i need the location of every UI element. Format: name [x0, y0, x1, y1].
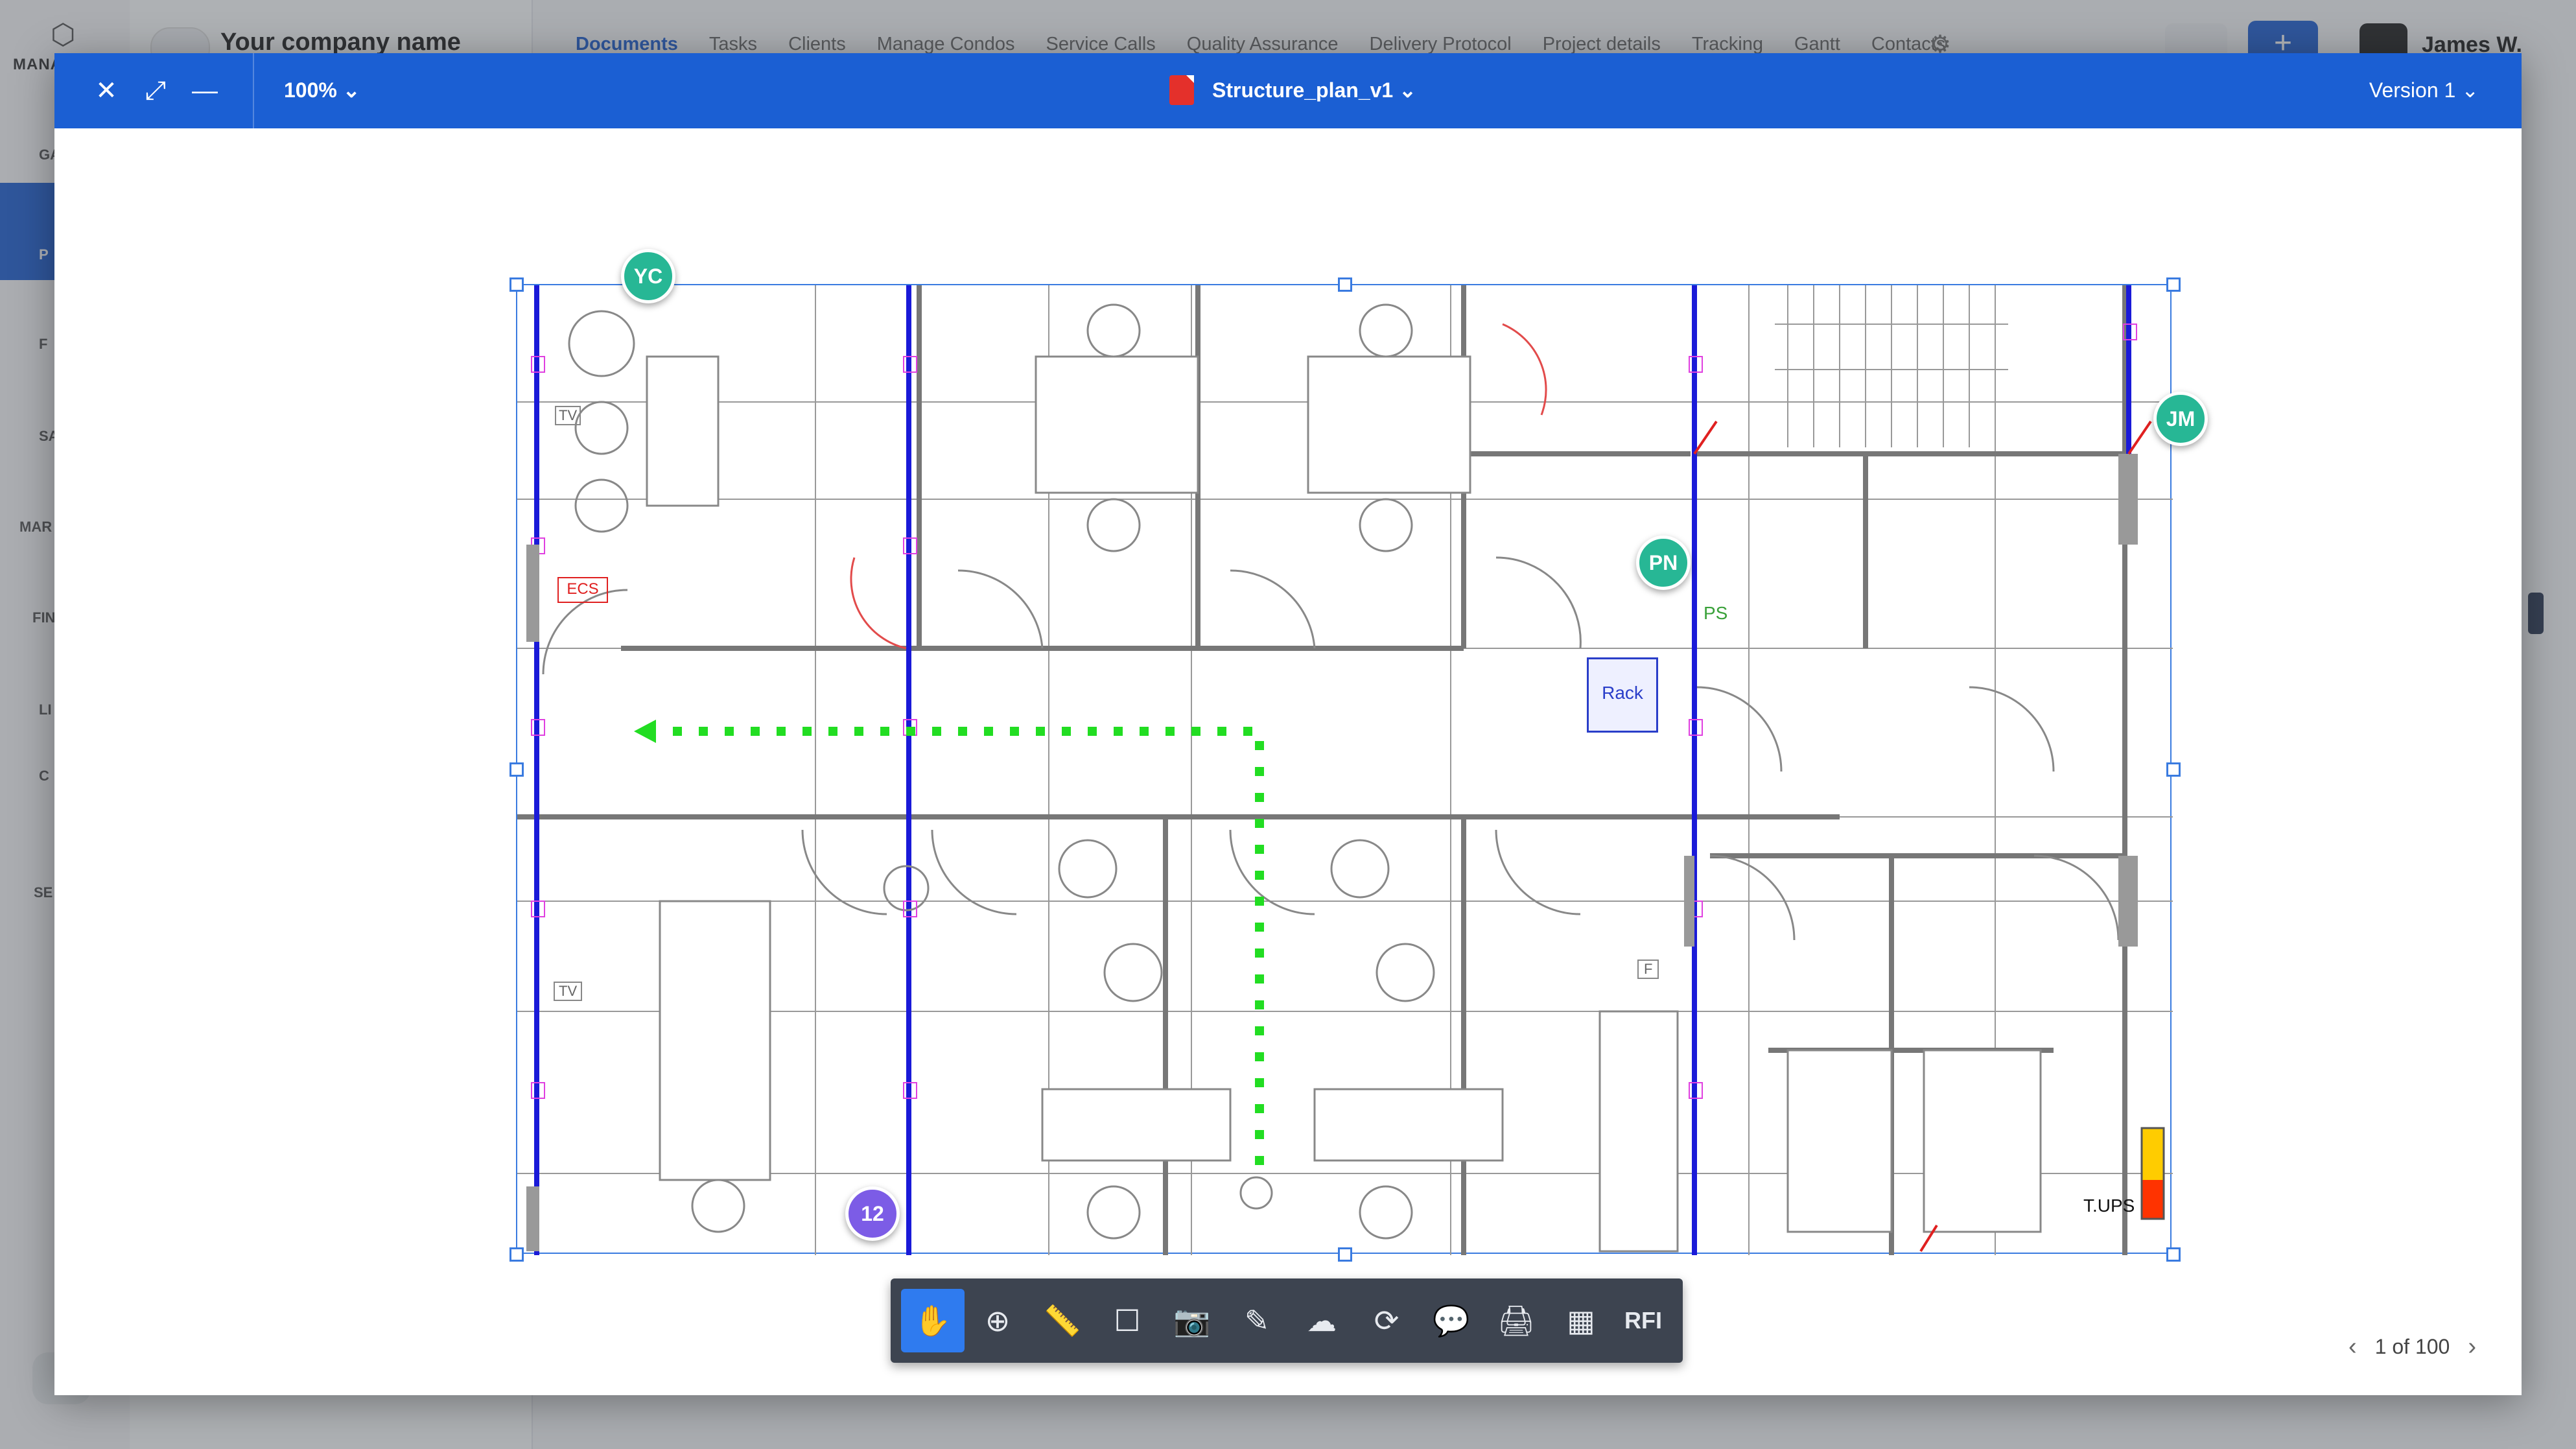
rfi-button[interactable]: RFI: [1611, 1289, 1675, 1352]
chevron-left-icon[interactable]: ‹: [2348, 1333, 2357, 1361]
close-icon[interactable]: ✕: [89, 74, 123, 108]
resize-handle-tl[interactable]: [509, 277, 524, 292]
comment-count-pin[interactable]: 12: [845, 1186, 900, 1241]
resize-handle-tr[interactable]: [2166, 277, 2181, 292]
resize-handle-bottom[interactable]: [1338, 1247, 1352, 1262]
resize-handle-br[interactable]: [2166, 1247, 2181, 1262]
file-title: Structure_plan_v1: [1212, 78, 1394, 102]
version-label: Version 1: [2369, 78, 2456, 102]
zoom-select[interactable]: 100% ⌄: [284, 78, 360, 102]
comment-icon[interactable]: 💬: [1420, 1289, 1483, 1352]
header-divider: [253, 53, 254, 128]
viewer-header: ✕ ⤢ — 100% ⌄ Structure_plan_v1 ⌄ Version…: [54, 53, 2522, 128]
refresh-icon[interactable]: ⟳: [1355, 1289, 1418, 1352]
user-avatar-pin[interactable]: JM: [2153, 392, 2208, 446]
version-select[interactable]: Version 1 ⌄: [2369, 78, 2479, 102]
resize-handle-right[interactable]: [2166, 762, 2181, 777]
floor-plan-canvas[interactable]: ECS Rack PS T.UPS TV TV F YC JM PN 12: [509, 249, 2208, 1262]
page-indicator: 1 of 100: [2374, 1335, 2450, 1358]
floor-plan-drawing: [517, 285, 2173, 1255]
chevron-down-icon: ⌄: [1399, 78, 1416, 102]
tv-label-bottom: TV: [554, 982, 583, 1001]
grid-icon[interactable]: ▦: [1549, 1289, 1613, 1352]
resize-handle-left[interactable]: [509, 762, 524, 777]
resize-handle-bl[interactable]: [509, 1247, 524, 1262]
zoom-value: 100%: [284, 78, 337, 102]
tups-label: T.UPS: [2083, 1196, 2135, 1216]
file-title-select[interactable]: Structure_plan_v1 ⌄: [1212, 78, 1416, 102]
expand-icon[interactable]: ⤢: [139, 74, 172, 108]
camera-icon[interactable]: 📷: [1160, 1289, 1224, 1352]
zoom-in-icon[interactable]: ⊕: [966, 1289, 1029, 1352]
tv-label-top: TV: [555, 406, 581, 425]
user-avatar-pin[interactable]: YC: [621, 249, 675, 303]
annotation-toolbar: ✋ ⊕ 📏 ☐ 📷 ✎ ☁ ⟳ 💬 🖨 ▦ RFI: [891, 1278, 1683, 1363]
f-box-label: F: [1637, 960, 1659, 979]
cloud-icon[interactable]: ☁: [1290, 1289, 1353, 1352]
rectangle-icon[interactable]: ☐: [1095, 1289, 1159, 1352]
pdf-file-icon: [1169, 75, 1194, 105]
measure-icon[interactable]: 📏: [1031, 1289, 1094, 1352]
chevron-down-icon: ⌄: [2461, 78, 2479, 102]
minimize-icon[interactable]: —: [188, 74, 222, 108]
chevron-down-icon: ⌄: [342, 78, 360, 102]
page-pager: ‹ 1 of 100 ›: [2348, 1333, 2476, 1361]
pencil-icon[interactable]: ✎: [1225, 1289, 1289, 1352]
chevron-right-icon[interactable]: ›: [2468, 1333, 2476, 1361]
ps-label: PS: [1704, 603, 1728, 623]
user-avatar-pin[interactable]: PN: [1636, 536, 1691, 590]
rack-label[interactable]: Rack: [1587, 657, 1658, 733]
print-icon[interactable]: 🖨: [1484, 1289, 1548, 1352]
resize-handle-top[interactable]: [1338, 277, 1352, 292]
document-viewer-modal: ✕ ⤢ — 100% ⌄ Structure_plan_v1 ⌄ Version…: [54, 53, 2522, 1395]
hand-icon[interactable]: ✋: [901, 1289, 965, 1352]
ecs-label: ECS: [557, 577, 608, 603]
